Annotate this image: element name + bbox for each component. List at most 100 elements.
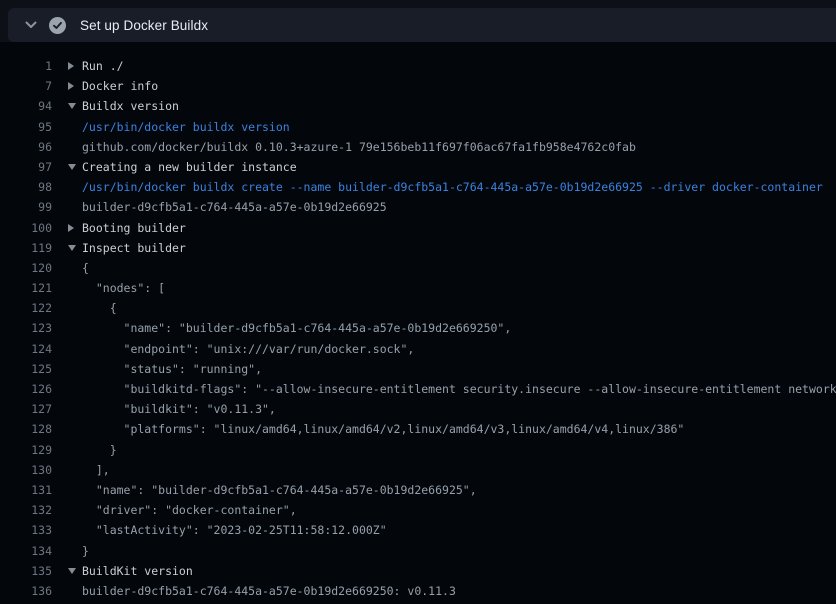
log-line-text: }	[82, 440, 117, 460]
chevron-down-icon[interactable]	[25, 21, 37, 29]
log-line: 130 ],	[0, 460, 836, 480]
line-number[interactable]: 128	[0, 419, 52, 439]
log-line-content: ],	[68, 460, 110, 480]
log-line: 121 "nodes": [	[0, 278, 836, 298]
line-number[interactable]: 131	[0, 480, 52, 500]
log-lines: 1Run ./7Docker info94Buildx version95/us…	[0, 56, 836, 601]
log-line-text: "buildkitd-flags": "--allow-insecure-ent…	[82, 379, 836, 399]
log-line: 134}	[0, 541, 836, 561]
line-number[interactable]: 123	[0, 318, 52, 338]
log-line: 131 "name": "builder-d9cfb5a1-c764-445a-…	[0, 480, 836, 500]
log-line: 122 {	[0, 298, 836, 318]
triangle-expanded-icon[interactable]	[68, 245, 76, 251]
line-number[interactable]: 100	[0, 218, 52, 238]
log-line-content: "lastActivity": "2023-02-25T11:58:12.000…	[68, 520, 387, 540]
log-line-text: Buildx version	[82, 96, 179, 116]
log-line: 136builder-d9cfb5a1-c764-445a-a57e-0b19d…	[0, 581, 836, 601]
line-number[interactable]: 132	[0, 500, 52, 520]
line-number[interactable]: 124	[0, 339, 52, 359]
log-line-text: Booting builder	[82, 218, 186, 238]
log-line: 129 }	[0, 440, 836, 460]
log-line-content: /usr/bin/docker buildx create --name bui…	[68, 177, 823, 197]
line-number[interactable]: 130	[0, 460, 52, 480]
log-line-text: {	[82, 298, 117, 318]
log-line-content: {	[68, 258, 89, 278]
triangle-expanded-icon[interactable]	[68, 103, 76, 109]
step-header[interactable]: Set up Docker Buildx	[8, 8, 836, 42]
log-line-text: Creating a new builder instance	[82, 157, 297, 177]
log-line: 135 BuildKit version	[0, 561, 836, 581]
line-number[interactable]: 135	[0, 561, 52, 581]
triangle-collapsed-icon[interactable]	[68, 82, 74, 90]
log-line: 95/usr/bin/docker buildx version	[0, 117, 836, 137]
log-line-content: }	[68, 541, 89, 561]
log-line-text: }	[82, 541, 89, 561]
log-line-text: github.com/docker/buildx 0.10.3+azure-1 …	[82, 137, 636, 157]
log-line: 125 "status": "running",	[0, 359, 836, 379]
log-line-content: "nodes": [	[68, 278, 165, 298]
log-line-text: "driver": "docker-container",	[82, 500, 297, 520]
log-line: 123 "name": "builder-d9cfb5a1-c764-445a-…	[0, 318, 836, 338]
log-line-content: github.com/docker/buildx 0.10.3+azure-1 …	[68, 137, 636, 157]
log-line-text: "nodes": [	[82, 278, 165, 298]
log-line-content[interactable]: Run ./	[68, 56, 124, 76]
line-number[interactable]: 120	[0, 258, 52, 278]
log-line-content[interactable]: Inspect builder	[68, 238, 186, 258]
log-line-text: ],	[82, 460, 110, 480]
step-title: Set up Docker Buildx	[80, 18, 208, 33]
log-line-content: {	[68, 298, 117, 318]
line-number[interactable]: 95	[0, 117, 52, 137]
line-number[interactable]: 119	[0, 238, 52, 258]
log-line: 124 "endpoint": "unix:///var/run/docker.…	[0, 339, 836, 359]
log-line-content[interactable]: Creating a new builder instance	[68, 157, 297, 177]
line-number[interactable]: 94	[0, 96, 52, 116]
line-number[interactable]: 7	[0, 76, 52, 96]
line-number[interactable]: 125	[0, 359, 52, 379]
line-number[interactable]: 136	[0, 581, 52, 601]
line-number[interactable]: 134	[0, 541, 52, 561]
log-line-text: BuildKit version	[82, 561, 193, 581]
line-number[interactable]: 99	[0, 197, 52, 217]
log-line-text: "status": "running",	[82, 359, 262, 379]
triangle-collapsed-icon[interactable]	[68, 62, 74, 70]
log-line: 126 "buildkitd-flags": "--allow-insecure…	[0, 379, 836, 399]
log-line: 120 {	[0, 258, 836, 278]
log-line: 7 Docker info	[0, 76, 836, 96]
log-line: 132 "driver": "docker-container",	[0, 500, 836, 520]
line-number[interactable]: 96	[0, 137, 52, 157]
log-line-content: "endpoint": "unix:///var/run/docker.sock…	[68, 339, 414, 359]
log-line-text: builder-d9cfb5a1-c764-445a-a57e-0b19d2e6…	[82, 197, 387, 217]
log-line-content[interactable]: Docker info	[68, 76, 158, 96]
log-line-text: Docker info	[82, 76, 158, 96]
line-number[interactable]: 133	[0, 520, 52, 540]
actions-log-viewer: Set up Docker Buildx 1 Run ./ 7 Docker info…	[0, 0, 836, 604]
success-check-icon	[49, 17, 66, 34]
log-line: 96 github.com/docker/buildx 0.10.3+azure-…	[0, 137, 836, 157]
triangle-expanded-icon[interactable]	[68, 568, 76, 574]
log-line-content: "platforms": "linux/amd64,linux/amd64/v2…	[68, 419, 684, 439]
log-line-content[interactable]: BuildKit version	[68, 561, 193, 581]
line-number[interactable]: 98	[0, 177, 52, 197]
line-number[interactable]: 121	[0, 278, 52, 298]
log-line-text: "buildkit": "v0.11.3",	[82, 399, 276, 419]
log-line-content: "name": "builder-d9cfb5a1-c764-445a-a57e…	[68, 318, 511, 338]
log-line-content: "driver": "docker-container",	[68, 500, 297, 520]
line-number[interactable]: 122	[0, 298, 52, 318]
line-number[interactable]: 1	[0, 56, 52, 76]
line-number[interactable]: 126	[0, 379, 52, 399]
log-line-text: "platforms": "linux/amd64,linux/amd64/v2…	[82, 419, 684, 439]
triangle-collapsed-icon[interactable]	[68, 224, 74, 232]
log-line: 100 Booting builder	[0, 218, 836, 238]
log-line-text: {	[82, 258, 89, 278]
log-line-content: }	[68, 440, 117, 460]
log-line-content: builder-d9cfb5a1-c764-445a-a57e-0b19d2e6…	[68, 197, 387, 217]
log-line-text: /usr/bin/docker buildx version	[82, 117, 290, 137]
line-number[interactable]: 127	[0, 399, 52, 419]
line-number[interactable]: 129	[0, 440, 52, 460]
log-line-content[interactable]: Buildx version	[68, 96, 179, 116]
triangle-expanded-icon[interactable]	[68, 164, 76, 170]
line-number[interactable]: 97	[0, 157, 52, 177]
log-line-text: "name": "builder-d9cfb5a1-c764-445a-a57e…	[82, 318, 511, 338]
log-line: 94 Buildx version	[0, 96, 836, 116]
log-line-content[interactable]: Booting builder	[68, 218, 186, 238]
